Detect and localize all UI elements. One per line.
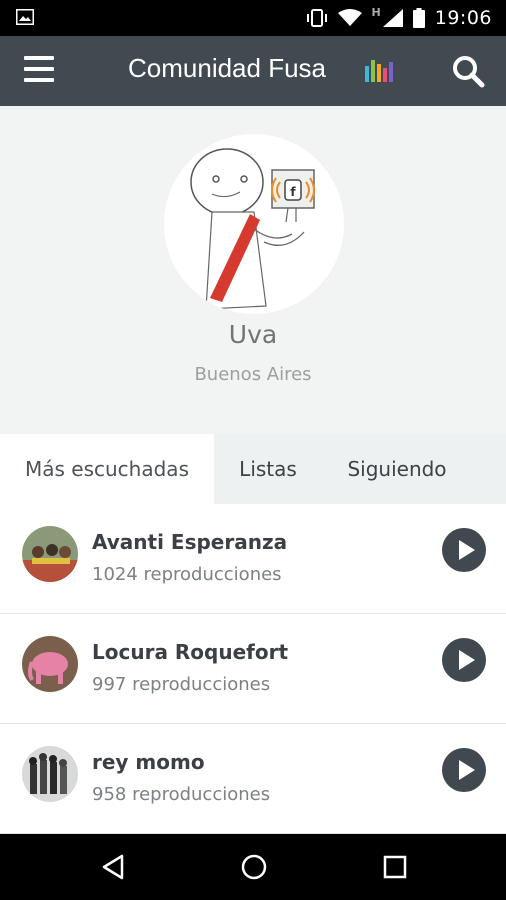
tab-siguiendo[interactable]: Siguiendo bbox=[322, 434, 472, 504]
wifi-icon bbox=[337, 9, 362, 26]
list-item[interactable]: Locura Roquefort 997 reproducciones bbox=[0, 614, 506, 724]
avatar[interactable]: f bbox=[164, 134, 344, 314]
menu-icon[interactable] bbox=[24, 56, 54, 82]
play-button[interactable] bbox=[442, 638, 486, 682]
tab-mas-escuchadas[interactable]: Más escuchadas bbox=[0, 434, 214, 504]
profile-location: Buenos Aires bbox=[194, 364, 312, 385]
recent-apps-icon[interactable] bbox=[380, 852, 410, 882]
status-bar: H 19:06 bbox=[0, 0, 506, 36]
track-plays: 997 reproducciones bbox=[92, 674, 271, 695]
bars-chart-icon bbox=[365, 60, 393, 82]
track-thumbnail bbox=[22, 636, 78, 692]
profile-name: Uva bbox=[228, 320, 278, 349]
profile-header: f Uva Buenos Aires bbox=[0, 106, 506, 434]
list-item[interactable]: Avanti Esperanza 1024 reproducciones bbox=[0, 504, 506, 614]
track-list: Avanti Esperanza 1024 reproducciones Loc… bbox=[0, 504, 506, 834]
app-title: Comunidad Fusa bbox=[128, 53, 326, 83]
svg-text:f: f bbox=[290, 185, 296, 199]
track-title: rey momo bbox=[92, 750, 205, 774]
play-icon bbox=[459, 760, 475, 780]
play-button[interactable] bbox=[442, 528, 486, 572]
status-icons: H 19:06 bbox=[306, 0, 492, 36]
track-title: Avanti Esperanza bbox=[92, 530, 288, 554]
list-item[interactable]: rey momo 958 reproducciones bbox=[0, 724, 506, 834]
track-plays: 1024 reproducciones bbox=[92, 564, 282, 585]
track-plays: 958 reproducciones bbox=[92, 784, 271, 805]
play-icon bbox=[459, 540, 475, 560]
status-time: 19:06 bbox=[434, 7, 492, 29]
app-bar: Comunidad Fusa bbox=[0, 36, 506, 106]
play-button[interactable] bbox=[442, 748, 486, 792]
avatar-illustration: f bbox=[190, 148, 315, 310]
tab-bar: Más escuchadas Listas Siguiendo bbox=[0, 434, 506, 504]
signal-icon bbox=[382, 9, 403, 27]
home-icon[interactable] bbox=[239, 852, 269, 882]
track-thumbnail bbox=[22, 526, 78, 582]
network-type: H bbox=[371, 5, 381, 19]
back-icon[interactable] bbox=[98, 852, 128, 882]
system-nav-bar bbox=[0, 834, 506, 900]
image-icon bbox=[16, 9, 34, 25]
search-icon[interactable] bbox=[450, 53, 486, 89]
track-title: Locura Roquefort bbox=[92, 640, 289, 664]
play-icon bbox=[459, 650, 475, 670]
vibrate-icon bbox=[306, 9, 327, 27]
track-thumbnail bbox=[22, 746, 78, 802]
tab-listas[interactable]: Listas bbox=[214, 434, 322, 504]
battery-icon bbox=[412, 8, 425, 28]
